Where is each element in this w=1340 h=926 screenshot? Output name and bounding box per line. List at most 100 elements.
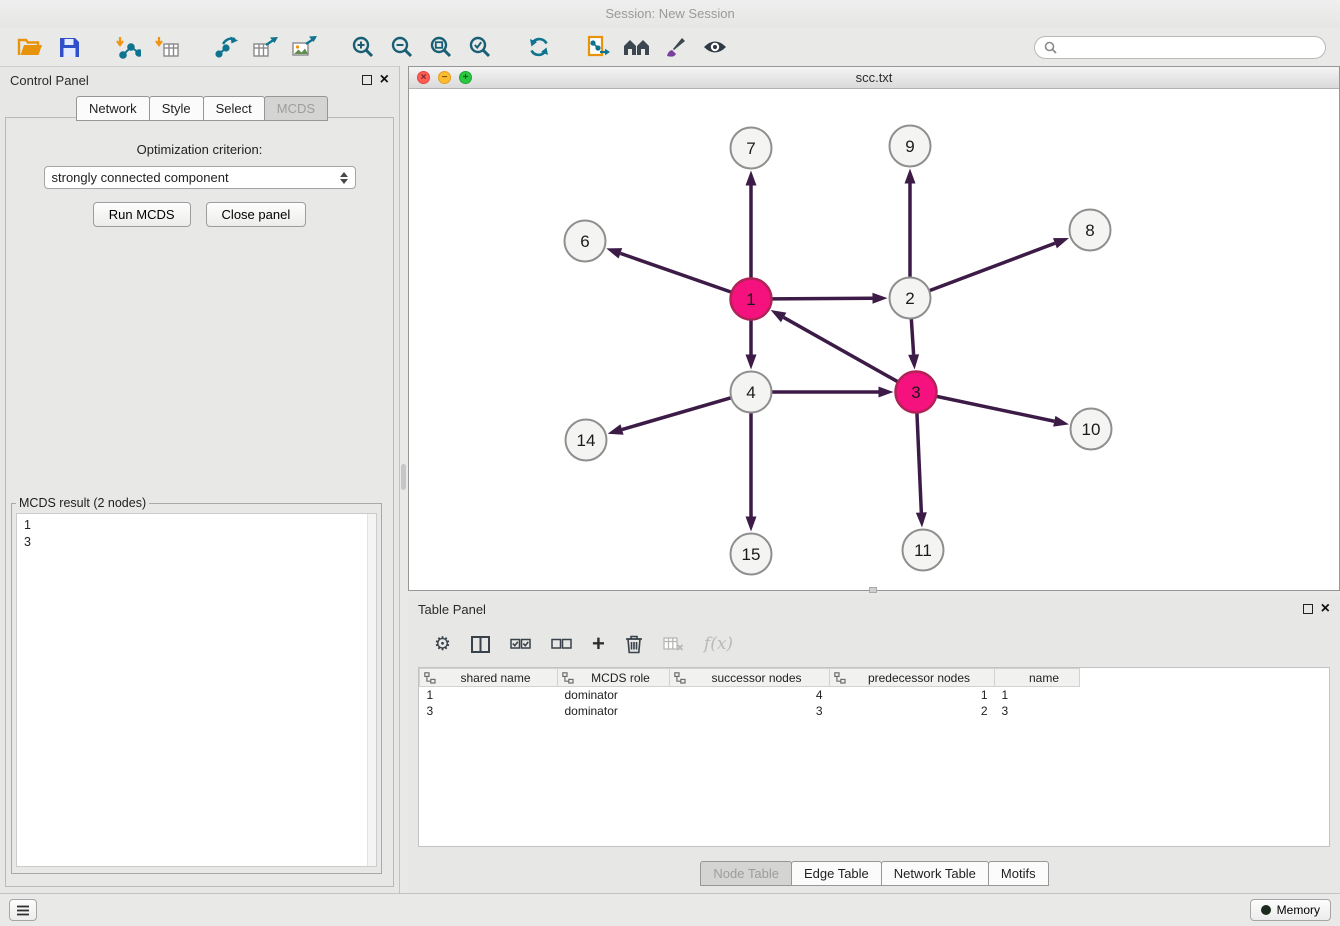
table-settings-button[interactable]: ⚙ [434, 635, 451, 654]
deselect-all-rows-button[interactable] [551, 637, 572, 651]
import-table-button[interactable] [151, 31, 183, 63]
save-session-button[interactable] [53, 31, 85, 63]
panel-splitter[interactable] [400, 66, 407, 893]
table-row[interactable]: 1dominator411 [420, 687, 1330, 704]
zoom-selected-button[interactable] [464, 31, 496, 63]
trash-icon [625, 634, 643, 654]
apply-style-button[interactable] [660, 31, 692, 63]
close-table-panel-icon[interactable]: × [1321, 604, 1330, 614]
table-panel: Table Panel × ⚙ + [408, 596, 1340, 893]
graph-edge[interactable] [606, 248, 731, 292]
delete-table-button[interactable] [663, 636, 684, 652]
graph-node[interactable]: 8 [1070, 210, 1111, 251]
export-network-button[interactable] [210, 31, 242, 63]
memory-button[interactable]: Memory [1250, 899, 1331, 921]
table-cell: 3 [670, 703, 830, 719]
gear-icon: ⚙ [434, 635, 451, 654]
graph-edge[interactable] [772, 387, 894, 398]
create-column-button[interactable]: + [592, 634, 605, 654]
mcds-buttons: Run MCDS Close panel [6, 202, 393, 227]
column-header-shared-name[interactable]: shared name [420, 669, 558, 687]
graph-node[interactable]: 15 [731, 534, 772, 575]
zoom-window-icon[interactable]: + [459, 71, 472, 84]
minimize-window-icon[interactable]: − [438, 71, 451, 84]
tab-motifs[interactable]: Motifs [988, 861, 1049, 886]
graph-node[interactable]: 11 [903, 530, 944, 571]
table-row[interactable]: 3dominator323 [420, 703, 1330, 719]
graph-node[interactable]: 6 [565, 221, 606, 262]
function-builder-button[interactable]: f(x) [704, 634, 733, 654]
node-label: 2 [905, 289, 914, 308]
tab-network[interactable]: Network [76, 96, 150, 121]
import-network-button[interactable] [112, 31, 144, 63]
result-scrollbar[interactable] [367, 514, 376, 866]
node-table: shared name MCDS role successor nodes pr… [418, 667, 1330, 847]
tab-edge-table[interactable]: Edge Table [791, 861, 882, 886]
tab-network-table[interactable]: Network Table [881, 861, 989, 886]
table-panel-title: Table Panel [418, 602, 1295, 617]
graph-node[interactable]: 4 [731, 372, 772, 413]
graph-edge[interactable] [746, 171, 757, 279]
tab-mcds[interactable]: MCDS [264, 96, 328, 121]
graph-node[interactable]: 7 [731, 128, 772, 169]
graph-edge[interactable] [916, 412, 927, 527]
select-all-rows-button[interactable] [510, 637, 531, 651]
graph-node[interactable]: 9 [890, 126, 931, 167]
network-canvas[interactable]: 7 9 6 8 1 2 4 3 14 10 15 11 [409, 90, 1339, 590]
column-header-mcds-role[interactable]: MCDS role [558, 669, 670, 687]
tab-node-table[interactable]: Node Table [700, 861, 792, 886]
graph-edge[interactable] [936, 396, 1069, 426]
network-graph[interactable]: 7 9 6 8 1 2 4 3 14 10 15 11 [409, 90, 1339, 590]
graph-node[interactable]: 3 [896, 372, 937, 413]
close-panel-button[interactable]: Close panel [206, 202, 307, 227]
zoom-out-button[interactable] [386, 31, 418, 63]
table-cell: 3 [995, 703, 1080, 719]
control-panel-tabs: Network Style Select MCDS [76, 96, 399, 121]
float-table-panel-icon[interactable] [1303, 604, 1313, 614]
save-session-icon [59, 37, 80, 58]
refresh-layout-icon [527, 35, 551, 59]
show-hide-button[interactable] [699, 31, 731, 63]
export-table-button[interactable] [249, 31, 281, 63]
table-cell: dominator [558, 687, 670, 704]
graph-edge[interactable] [908, 318, 919, 369]
zoom-in-button[interactable] [347, 31, 379, 63]
network-window: × − + scc.txt 7968124314101511 [408, 66, 1340, 591]
open-file-button[interactable] [14, 31, 46, 63]
close-panel-icon[interactable]: × [380, 75, 389, 85]
float-panel-icon[interactable] [362, 75, 372, 85]
graph-node[interactable]: 2 [890, 278, 931, 319]
graph-edge[interactable] [929, 238, 1069, 291]
column-header-predecessor-nodes[interactable]: predecessor nodes [830, 669, 995, 687]
search-input[interactable] [1063, 40, 1316, 54]
tab-style[interactable]: Style [149, 96, 204, 121]
new-network-from-selection-button[interactable] [582, 31, 614, 63]
window-resize-handle[interactable] [869, 587, 877, 593]
table-cell: 1 [420, 687, 558, 704]
run-mcds-button[interactable]: Run MCDS [93, 202, 191, 227]
graph-edge[interactable] [771, 310, 899, 382]
column-header-name[interactable]: name [995, 669, 1080, 687]
refresh-layout-button[interactable] [523, 31, 555, 63]
graph-edge[interactable] [771, 293, 887, 304]
graph-edge[interactable] [746, 320, 757, 370]
graph-edge[interactable] [746, 413, 757, 532]
zoom-fit-button[interactable] [425, 31, 457, 63]
delete-column-button[interactable] [625, 634, 643, 654]
criterion-dropdown[interactable]: strongly connected component [44, 166, 356, 189]
column-header-successor-nodes[interactable]: successor nodes [670, 669, 830, 687]
search-field[interactable] [1034, 36, 1326, 59]
graph-node[interactable]: 1 [731, 279, 772, 320]
memory-gauge-icon [1261, 905, 1271, 915]
show-columns-button[interactable] [471, 636, 490, 653]
close-window-icon[interactable]: × [417, 71, 430, 84]
graph-node[interactable]: 14 [566, 420, 607, 461]
graph-edge[interactable] [608, 398, 732, 435]
export-network-icon [213, 35, 239, 59]
export-image-button[interactable] [288, 31, 320, 63]
panel-menu-button[interactable] [9, 899, 37, 921]
graph-node[interactable]: 10 [1071, 409, 1112, 450]
tab-select[interactable]: Select [203, 96, 265, 121]
graph-edge[interactable] [905, 169, 916, 278]
first-neighbors-button[interactable] [621, 31, 653, 63]
